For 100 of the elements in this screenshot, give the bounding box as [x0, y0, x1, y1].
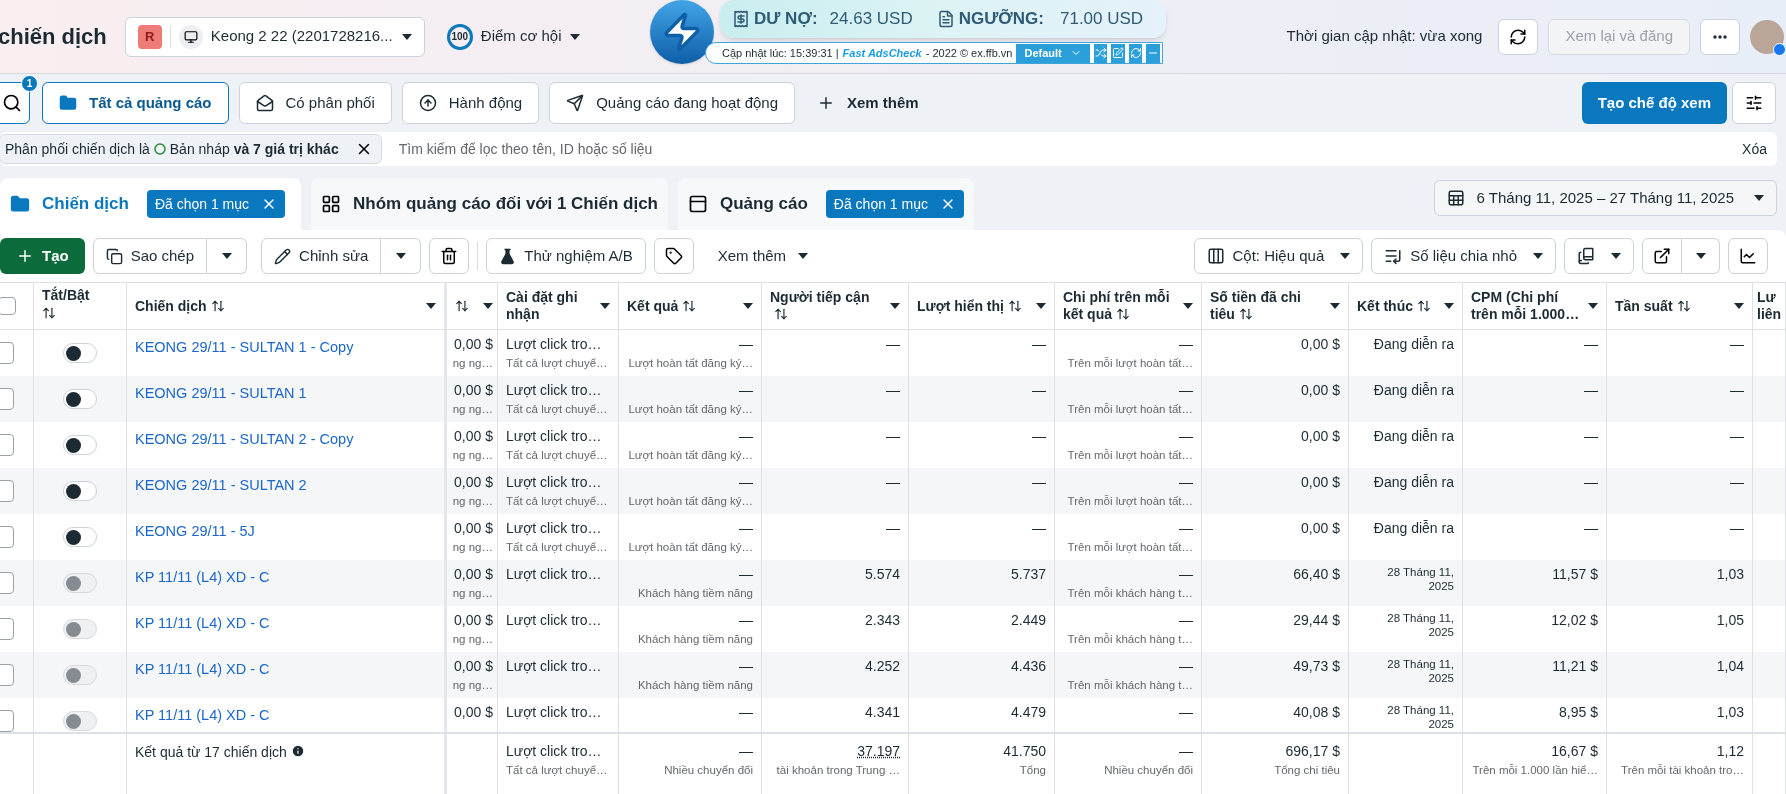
pencil-icon [274, 247, 292, 265]
checkbox[interactable] [0, 434, 14, 456]
view-tab[interactable]: Quảng cáo đang hoạt động [549, 82, 795, 124]
edit-button[interactable]: Chỉnh sửa [261, 238, 382, 274]
caret-icon [743, 303, 753, 309]
debt-label: DƯ NỢ: [754, 8, 818, 31]
cell-subtext: Lượt hoàn tất đăng ký… [628, 540, 753, 555]
view-tab[interactable]: Hành động [401, 82, 540, 124]
view-settings-button[interactable] [1732, 82, 1776, 124]
cell-value: 1,03 [1716, 703, 1744, 721]
delete-button[interactable] [429, 238, 470, 274]
column-header[interactable]: Tắt/Bật [34, 283, 127, 329]
cell-value: — [1179, 427, 1193, 445]
filter-chip[interactable]: Phân phối chiến dịch là Bản nháp và 7 giá trị khác [0, 134, 382, 164]
cell-value: Lượt click tro… [506, 565, 602, 583]
ab-test-button[interactable]: Thử nghiệm A/B [486, 238, 646, 274]
column-header[interactable]: Lượt hiển thị [909, 283, 1055, 329]
breakdown-button[interactable]: Số liệu chia nhỏ [1371, 238, 1556, 274]
more-actions-button[interactable]: Xem thêm [717, 244, 809, 268]
cell-value: 28 Tháng 11, 2025 [1386, 703, 1454, 731]
copy-button[interactable]: Sao chép [92, 238, 208, 274]
cell-value: — [1179, 657, 1193, 675]
campaign-link[interactable]: KEONG 29/11 - SULTAN 2 [135, 477, 307, 493]
refresh-button[interactable] [1498, 18, 1539, 55]
checkbox[interactable] [0, 526, 14, 548]
cell-subtext: Trên mỗi khách hàng t… [1067, 586, 1193, 601]
cell-value: 28 Tháng 11, 2025 [1386, 611, 1454, 639]
flask-icon [499, 247, 517, 265]
selection-chip[interactable]: Đã chọn 1 mục [146, 190, 286, 218]
column-header[interactable]: Kết thúc [1349, 283, 1463, 329]
edit-menu-button[interactable] [381, 238, 422, 274]
column-header[interactable]: Chi phí trên mỗi kết quả [1055, 283, 1202, 329]
toggle-switch[interactable] [63, 527, 97, 547]
more-views-button[interactable]: Xem thêm [805, 82, 931, 124]
cell-subtext: tài khoản trong Trung … [776, 763, 900, 778]
cell-value: 0,00 $ [454, 519, 493, 537]
cell-value: 0,00 $ [1301, 473, 1340, 491]
info-icon[interactable] [290, 744, 305, 758]
sort-icon [1238, 307, 1253, 321]
selection-chip[interactable]: Đã chọn 1 mục [825, 190, 964, 218]
column-header[interactable]: Tần suất [1607, 283, 1753, 329]
checkbox[interactable] [0, 480, 14, 502]
sort-icon [1116, 307, 1130, 321]
reports-button[interactable] [1564, 238, 1634, 274]
tag-button[interactable] [653, 238, 694, 274]
toggle-switch[interactable] [63, 481, 97, 501]
chart-button[interactable] [1728, 238, 1768, 274]
cell-value: 5.737 [1010, 565, 1046, 583]
cell-value: — [739, 657, 753, 675]
columns-button[interactable]: Cột: Hiệu quả [1193, 238, 1364, 274]
campaign-link[interactable]: KEONG 29/11 - SULTAN 1 - Copy [135, 339, 354, 355]
toggle-switch[interactable] [63, 435, 97, 455]
view-tab[interactable]: Có phân phối [238, 82, 392, 124]
toggle-switch[interactable] [63, 343, 97, 363]
column-header[interactable]: CPM (Chi phí trên mỗi 1.000… [1463, 283, 1607, 329]
account-selector[interactable]: R Keong 2 22 (2201728216... [124, 16, 425, 57]
toggle-switch[interactable] [63, 389, 97, 409]
view-tab[interactable]: Tất cả quảng cáo [42, 82, 229, 124]
campaign-link[interactable]: KEONG 29/11 - SULTAN 2 - Copy [135, 431, 354, 447]
cell-value: 0,00 $ [454, 703, 493, 721]
minimize-button[interactable] [1146, 43, 1160, 63]
avatar[interactable] [1750, 19, 1784, 54]
clear-button[interactable]: Xóa [1742, 138, 1767, 160]
column-header[interactable]: Lư liên [1753, 283, 1786, 329]
campaign-link[interactable]: KEONG 29/11 - SULTAN 1 [135, 385, 307, 401]
campaign-link[interactable]: KEONG 29/11 - 5J [135, 523, 255, 539]
more-button[interactable] [1700, 18, 1740, 55]
cell-subtext: Khách hàng tiềm năng [637, 678, 753, 693]
cell-value: 0,00 $ [454, 381, 493, 399]
checkbox[interactable] [0, 297, 16, 315]
create-view-button[interactable]: Tạo chế độ xem [1581, 82, 1727, 124]
cell-value: 0,00 $ [1301, 427, 1340, 445]
cell-value: 28 Tháng 11, 2025 [1386, 565, 1454, 593]
copy-menu-button[interactable] [207, 238, 248, 274]
cell-value: 0,00 $ [454, 565, 493, 583]
export-button[interactable] [1642, 238, 1682, 274]
cell-value: — [1584, 381, 1598, 399]
column-header[interactable]: Số tiền đã chi tiêu [1202, 283, 1349, 329]
column-header[interactable]: Kết quả [619, 283, 762, 329]
update-label: Cập nhật lúc: 15:39:31 | [722, 45, 839, 61]
cell-value: — [739, 742, 753, 760]
search-field[interactable]: Phân phối chiến dịch là Bản nháp và 7 giá trị khác Tìm kiếm để lọc theo tên, ID hoặc số liệu Xóa [0, 132, 1777, 166]
reload-button[interactable] [1128, 43, 1143, 63]
shuffle-button[interactable] [1093, 43, 1108, 63]
results-summary: Kết quả từ 17 chiến dịch [135, 743, 287, 762]
edit-button[interactable] [1111, 43, 1125, 63]
export-menu-button[interactable] [1682, 238, 1720, 274]
cell-value: 66,40 $ [1293, 565, 1340, 583]
column-header[interactable]: Người tiếp cận [762, 283, 909, 329]
column-header[interactable]: Cài đặt ghi nhận [498, 283, 619, 329]
date-range-picker[interactable]: 6 Tháng 11, 2025 – 27 Tháng 11, 2025 [1433, 180, 1777, 216]
level-tab[interactable]: Chiến dịch Đã chọn 1 mục [0, 178, 302, 230]
opportunity-score-button[interactable]: Điểm cơ hội [480, 25, 580, 48]
level-tab[interactable]: Quảng cáo Đã chọn 1 mục [677, 178, 974, 230]
reports-icon [1577, 247, 1595, 265]
caret-icon [1611, 253, 1621, 259]
checkbox[interactable] [0, 342, 14, 364]
level-tab[interactable]: Nhóm quảng cáo đối với 1 Chiến dịch [311, 178, 668, 230]
checkbox[interactable] [0, 388, 14, 410]
create-button[interactable]: Tạo [0, 238, 85, 274]
